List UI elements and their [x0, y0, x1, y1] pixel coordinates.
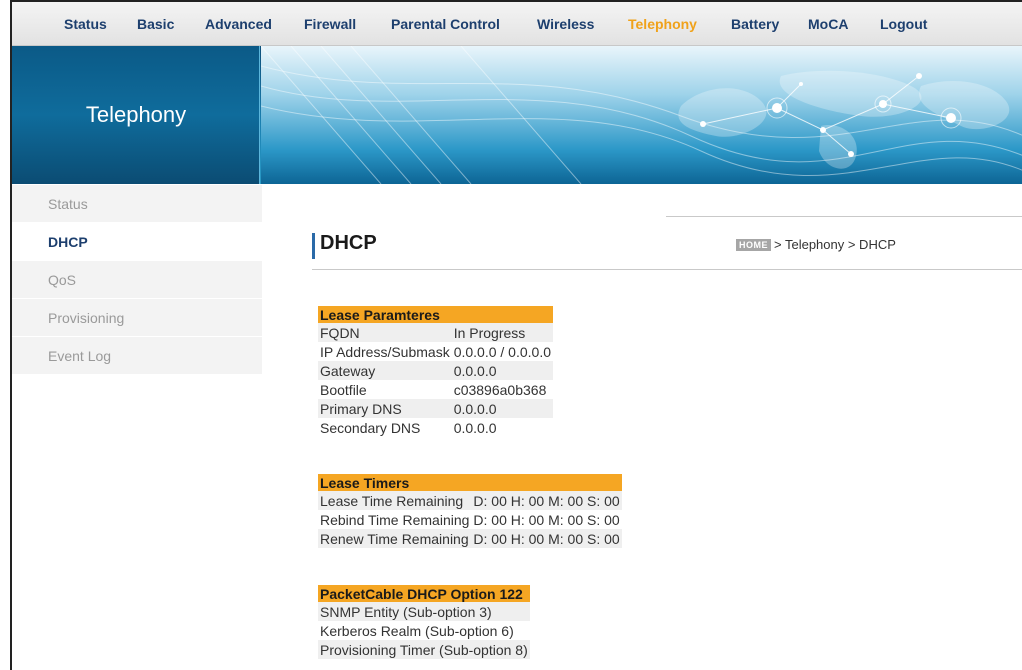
- row-value: c03896a0b368: [453, 381, 547, 398]
- table-row: Primary DNS 0.0.0.0: [318, 399, 553, 418]
- title-accent-bar: [312, 233, 315, 259]
- banner-title-box: Telephony: [12, 46, 260, 184]
- nav-basic[interactable]: Basic: [137, 16, 174, 32]
- row-value: 0.0.0.0 / 0.0.0.0: [453, 343, 551, 360]
- sidebar-item-status[interactable]: Status: [12, 185, 262, 223]
- main-content: DHCP HOME > Telephony > DHCP Lease Paramt…: [264, 185, 1022, 670]
- row-label: Kerberos Realm (Sub-option 6): [320, 622, 514, 639]
- option-122-header: PacketCable DHCP Option 122: [318, 585, 530, 602]
- header-banner: Telephony: [12, 46, 1022, 184]
- row-label: Secondary DNS: [320, 419, 421, 436]
- top-navigation: Status Basic Advanced Firewall Parental …: [12, 2, 1022, 46]
- option-122-table: PacketCable DHCP Option 122 SNMP Entity …: [318, 585, 530, 659]
- lease-timers-table: Lease Timers Lease Time Remaining D: 00 …: [318, 474, 622, 548]
- nav-wireless[interactable]: Wireless: [537, 16, 594, 32]
- table-row: Kerberos Realm (Sub-option 6): [318, 621, 530, 640]
- table-row: FQDN In Progress: [318, 323, 553, 342]
- table-row: Renew Time Remaining D: 00 H: 00 M: 00 S…: [318, 529, 622, 548]
- table-row: Provisioning Timer (Sub-option 8): [318, 640, 530, 659]
- home-link[interactable]: HOME: [736, 239, 771, 251]
- nav-status[interactable]: Status: [64, 16, 107, 32]
- lease-parameters-table: Lease Paramteres FQDN In Progress IP Add…: [318, 306, 553, 437]
- row-label: Lease Time Remaining: [318, 491, 472, 510]
- row-label: Rebind Time Remaining: [320, 511, 470, 528]
- nav-advanced[interactable]: Advanced: [205, 16, 272, 32]
- nav-parental-control[interactable]: Parental Control: [391, 16, 500, 32]
- breadcrumb-path: > Telephony > DHCP: [774, 237, 896, 252]
- nav-moca[interactable]: MoCA: [808, 16, 848, 32]
- sidebar-item-event-log[interactable]: Event Log: [12, 337, 262, 375]
- table-row: Bootfile c03896a0b368: [318, 380, 553, 399]
- row-value: 0.0.0.0: [453, 419, 497, 436]
- table-row: Secondary DNS 0.0.0.0: [318, 418, 553, 437]
- table-row: SNMP Entity (Sub-option 3): [318, 602, 530, 621]
- row-label: Provisioning Timer (Sub-option 8): [318, 640, 530, 659]
- sidebar-item-qos[interactable]: QoS: [12, 261, 262, 299]
- row-label: Primary DNS: [318, 399, 452, 418]
- row-value: D: 00 H: 00 M: 00 S: 00: [471, 529, 622, 548]
- table-row: IP Address/Submask 0.0.0.0 / 0.0.0.0: [318, 342, 553, 361]
- table-row: Rebind Time Remaining D: 00 H: 00 M: 00 …: [318, 510, 622, 529]
- row-value: D: 00 H: 00 M: 00 S: 00: [471, 491, 622, 510]
- header-divider-bottom: [312, 269, 1022, 270]
- router-admin-page: Status Basic Advanced Firewall Parental …: [10, 0, 1022, 670]
- sidebar-item-dhcp[interactable]: DHCP: [12, 223, 262, 261]
- sidebar-menu: Status DHCP QoS Provisioning Event Log: [12, 185, 262, 375]
- nav-firewall[interactable]: Firewall: [304, 16, 356, 32]
- row-value: 0.0.0.0: [451, 399, 553, 418]
- row-value: 0.0.0.0: [451, 361, 553, 380]
- nav-telephony[interactable]: Telephony: [628, 16, 697, 32]
- row-label: FQDN: [318, 323, 452, 342]
- row-label: Bootfile: [320, 381, 367, 398]
- nav-battery[interactable]: Battery: [731, 16, 779, 32]
- table-row: Lease Time Remaining D: 00 H: 00 M: 00 S…: [318, 491, 622, 510]
- row-label: IP Address/Submask: [320, 343, 450, 360]
- row-label: Gateway: [318, 361, 452, 380]
- page-title: DHCP: [320, 232, 377, 254]
- banner-title: Telephony: [85, 102, 187, 127]
- lease-timers-header: Lease Timers: [318, 474, 622, 491]
- lease-parameters-header: Lease Paramteres: [318, 306, 553, 323]
- table-row: Gateway 0.0.0.0: [318, 361, 553, 380]
- world-network-graphic: [261, 46, 1022, 184]
- sidebar-item-provisioning[interactable]: Provisioning: [12, 299, 262, 337]
- row-value: In Progress: [451, 323, 553, 342]
- row-value: D: 00 H: 00 M: 00 S: 00: [473, 511, 620, 528]
- row-label: Renew Time Remaining: [318, 529, 472, 548]
- nav-logout[interactable]: Logout: [880, 16, 927, 32]
- breadcrumb: HOME > Telephony > DHCP: [736, 237, 896, 252]
- world-map-icon: [261, 46, 1022, 184]
- header-divider-top: [666, 216, 1022, 217]
- row-label: SNMP Entity (Sub-option 3): [318, 602, 530, 621]
